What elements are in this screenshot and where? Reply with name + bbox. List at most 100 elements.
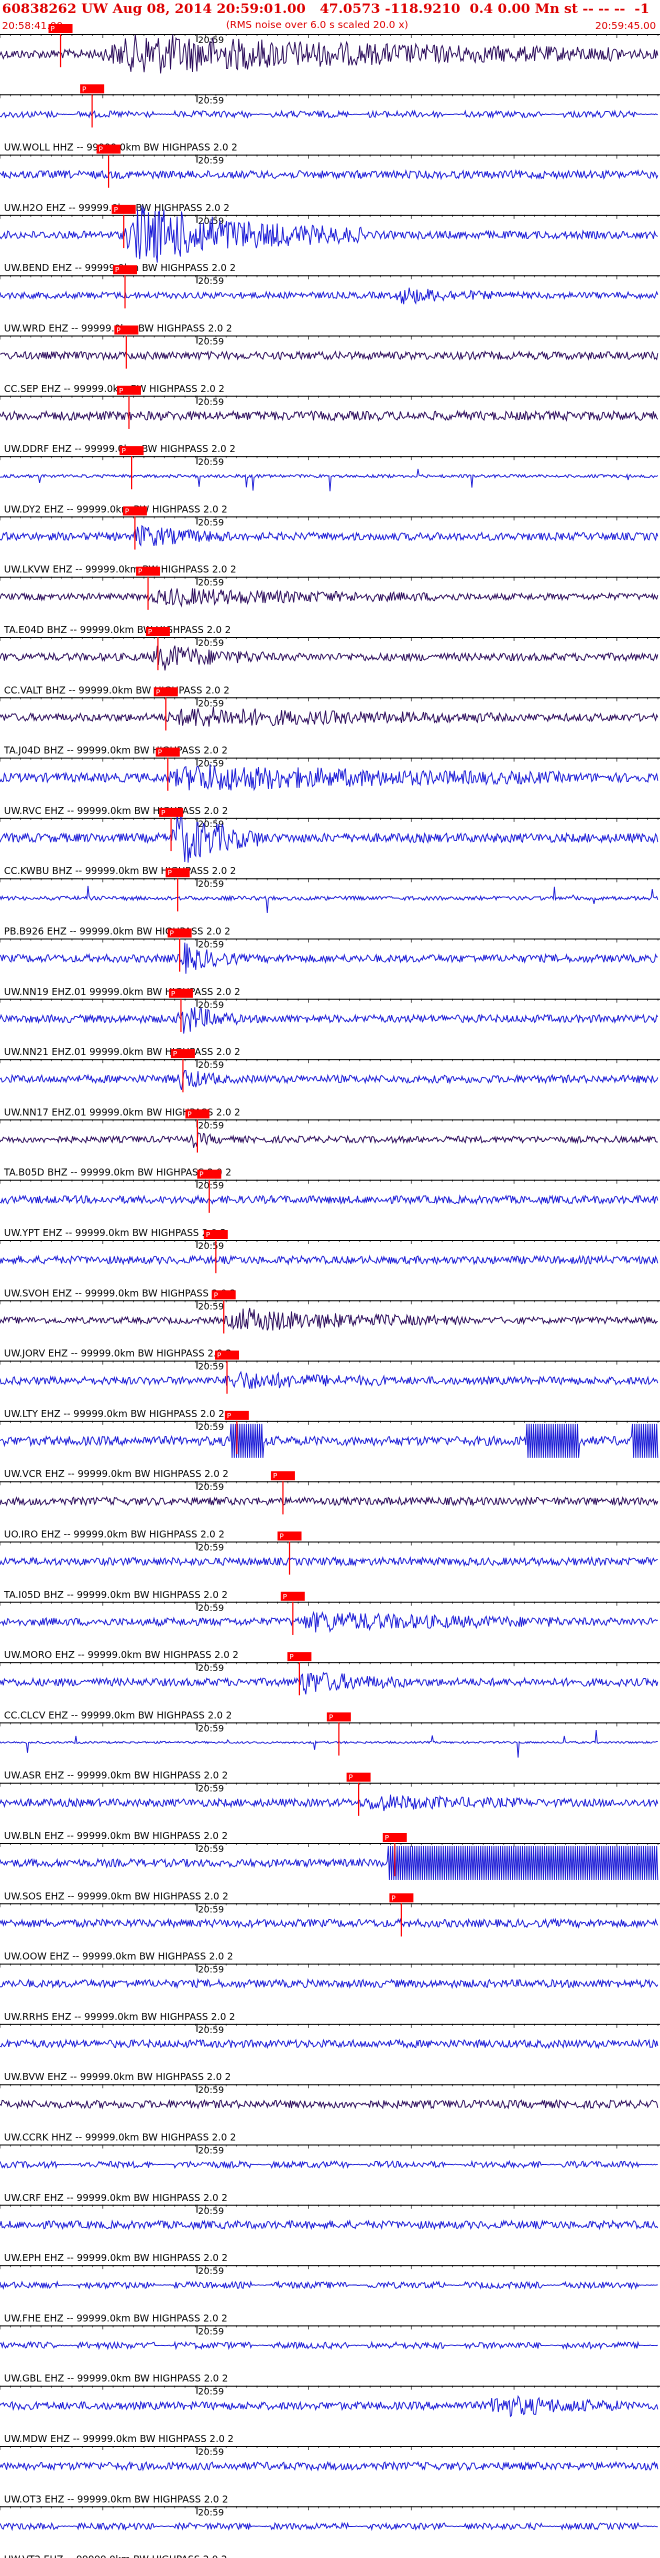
- trace-row: 20:59PUW.VCR EHZ -- 99999.0km BW HIGHPAS…: [0, 1410, 660, 1480]
- minute-tick-label: 20:59: [198, 639, 224, 649]
- minute-tick-label: 20:59: [198, 518, 224, 528]
- minute-tick-label: 20:59: [198, 96, 224, 106]
- trace-row: 20:59 P UW.OOW EHZ -- 99999.0km BW HIGHPAS…: [0, 1893, 660, 1963]
- trace-row: 20:59PUW.WRD EHZ -- 99999.0km BW HIGHPAS…: [0, 265, 660, 335]
- minute-tick-label: 20:59: [198, 2147, 224, 2157]
- waveform: [0, 34, 659, 74]
- station-label: UW.BLN EHZ -- 99999.0km BW HIGHPASS 2.0 …: [4, 1831, 228, 1842]
- station-label: UW.CRF EHZ -- 99999.0km BW HIGHPASS 2.0 …: [4, 2193, 228, 2204]
- waveform: [0, 1729, 658, 1758]
- pick-label: P: [273, 1472, 277, 1480]
- trace-row: 20:59 UW.GBL EHZ -- 99999.0km BW HIGHPASS…: [0, 2325, 660, 2385]
- trace-row: 20:59 P UW.BLN EHZ -- 99999.0km BW HIGHPAS…: [0, 1772, 660, 1842]
- minute-tick-label: 20:59: [198, 2026, 224, 2036]
- waveform: [0, 2340, 658, 2351]
- minute-tick-label: 20:59: [198, 1121, 224, 1131]
- waveform: [0, 2521, 658, 2532]
- trace-row: 20:59 PUW.WOLL HHZ -- 99999.0km BW HIGHPA…: [0, 84, 660, 154]
- trace-row: 20:59 P UW.SVOH EHZ -- 99999.0km BW HIGHPA…: [0, 1230, 660, 1299]
- station-label: TA.E04D BHZ -- 99999.0km BW HIGHPASS 2.0…: [3, 625, 231, 636]
- trace-row: 20:59PUW.NN17 EHZ.01 99999.0km BW HIGHPA…: [0, 1049, 660, 1118]
- trace-row: 20:59PUW.NN19 EHZ.01 99999.0km BW HIGHPA…: [0, 928, 660, 998]
- waveform: [0, 1977, 659, 1990]
- minute-tick-label: 20:59: [198, 1483, 224, 1493]
- trace-row: 20:59PUW.NN21 EHZ.01 99999.0km BW HIGHPA…: [0, 988, 660, 1058]
- pick-label: P: [329, 1713, 333, 1721]
- waveform: [0, 1794, 659, 1812]
- waveform: [0, 468, 659, 492]
- pick-label: P: [156, 688, 160, 696]
- pick-label: P: [115, 266, 119, 274]
- minute-tick-label: 20:59: [198, 2508, 224, 2518]
- waveform: [0, 1307, 658, 1331]
- waveform: [0, 706, 659, 727]
- pick-label: P: [116, 327, 120, 335]
- minute-tick-label: 20:59: [198, 820, 224, 830]
- station-label: UW.SOS EHZ -- 99999.0km BW HIGHPASS 2.0 …: [4, 1891, 228, 1902]
- station-label: UW.OT3 EHZ -- 99999.0km BW HIGHPASS 2.0 …: [4, 2494, 228, 2505]
- pick-label: P: [99, 146, 103, 154]
- minute-tick-label: 20:59: [198, 579, 224, 589]
- waveform: [0, 1845, 659, 1881]
- trace-row: 20:59PUW.DDRF EHZ -- 99999.0km BW HIGHPA…: [0, 385, 660, 455]
- minute-tick-label: 20:59: [198, 1966, 224, 1976]
- pick-label: P: [119, 387, 123, 395]
- minute-tick-label: 20:59: [198, 1845, 224, 1855]
- minute-tick-label: 20:59: [198, 2448, 224, 2458]
- station-label: TA.J04D BHZ -- 99999.0km BW HIGHPASS 2.0…: [3, 746, 228, 757]
- seismogram-plot: 20:59P20:59PUW.WOLL HHZ -- 99999.0km BW …: [0, 24, 660, 2558]
- pick-label: P: [161, 809, 165, 817]
- station-label: CC.KWBU BHZ -- 99999.0km BW HIGHPASS 2.0…: [4, 866, 236, 877]
- trace-row: 20:59 P UW.ASR EHZ -- 99999.0km BW HIGHPAS…: [0, 1712, 660, 1782]
- station-label: UW.SVOH EHZ -- 99999.0km BW HIGHPASS 2.0…: [4, 1288, 236, 1299]
- trace-row: 20:59 UW.RRHS EHZ -- 99999.0km BW HIGHPAS…: [0, 1963, 660, 2023]
- waveform: [0, 109, 658, 119]
- trace-row: 20:59 UW.OT3 EHZ -- 99999.0km BW HIGHPASS…: [0, 2446, 660, 2505]
- pick-label: P: [206, 1231, 210, 1239]
- pick-label: P: [349, 1774, 353, 1782]
- waveform: [0, 287, 659, 305]
- station-label: TA.I05D BHZ -- 99999.0km BW HIGHPASS 2.0…: [3, 1590, 228, 1601]
- minute-tick-label: 20:59: [198, 1724, 224, 1734]
- waveform: [0, 2219, 659, 2231]
- minute-tick-label: 20:59: [198, 1061, 224, 1071]
- minute-tick-label: 20:59: [198, 338, 224, 348]
- station-label: UW.YPT EHZ -- 99999.0km BW HIGHPASS 2.0 …: [4, 1228, 226, 1239]
- trace-row: 20:59PUW.LTY EHZ -- 99999.0km BW HIGHPAS…: [0, 1350, 660, 1420]
- waveform: [0, 2280, 658, 2290]
- minute-tick-label: 20:59: [198, 1363, 224, 1373]
- pick-label: P: [173, 1050, 177, 1058]
- waveform: [0, 169, 659, 181]
- pick-label: P: [283, 1593, 287, 1601]
- trace-row: 20:59PCC.SEP EHZ -- 99999.0km BW HIGHPAS…: [0, 325, 660, 395]
- trace-row: 20:59PTA.B05D BHZ -- 99999.0km BW HIGHPA…: [0, 1109, 660, 1179]
- waveform: [0, 1370, 659, 1389]
- station-label: UW.WOLL HHZ -- 99999.0km BW HIGHPASS 2.0…: [4, 143, 237, 154]
- trace-row: 20:59 P TA.E04D BHZ -- 99999.0km BW HIGHPA…: [0, 566, 660, 636]
- minute-tick-label: 20:59: [198, 1604, 224, 1614]
- station-label: UW.NN21 EHZ.01 99999.0km BW HIGHPASS 2.0…: [4, 1047, 240, 1058]
- minute-tick-label: 20:59: [198, 1905, 224, 1915]
- trace-row: 20:59 UW.VT2 EHZ -- 99999.0km BW HIGHPASS…: [0, 2506, 660, 2558]
- minute-tick-label: 20:59: [198, 277, 224, 287]
- trace-row: 20:59PCC.VALT BHZ -- 99999.0km BW HIGHPA…: [0, 627, 660, 696]
- trace-row: 20:59 P CC.KWBU BHZ -- 99999.0km BW HIGHPA…: [0, 807, 660, 877]
- station-label: UW.OOW EHZ -- 99999.0km BW HIGHPASS 2.0 …: [4, 1952, 233, 1963]
- pick-label: P: [187, 1110, 191, 1118]
- minute-tick-label: 20:59: [198, 1182, 224, 1192]
- station-label: UW.FHE EHZ -- 99999.0km BW HIGHPASS 2.0 …: [4, 2313, 227, 2324]
- minute-tick-label: 20:59: [198, 1664, 224, 1674]
- trace-row: 20:59PUW.H2O EHZ -- 99999.0km BW HIGHPAS…: [0, 144, 660, 214]
- minute-tick-label: 20:59: [198, 880, 224, 890]
- station-label: UW.RVC EHZ -- 99999.0km BW HIGHPASS 2.0 …: [4, 806, 228, 817]
- pick-label: P: [138, 568, 142, 576]
- waveform: [0, 1556, 658, 1568]
- pick-label: P: [51, 25, 55, 33]
- minute-tick-label: 20:59: [198, 1242, 224, 1252]
- station-label: UW.CCRK HHZ -- 99999.0km BW HIGHPASS 2.0…: [4, 2133, 236, 2144]
- minute-tick-label: 20:59: [198, 2207, 224, 2217]
- waveform: [0, 1610, 659, 1633]
- pick-label: P: [227, 1412, 231, 1420]
- waveform: [0, 1423, 659, 1458]
- trace-row: 20:59PPB.B926 EHZ -- 99999.0km BW HIGHPA…: [0, 868, 660, 938]
